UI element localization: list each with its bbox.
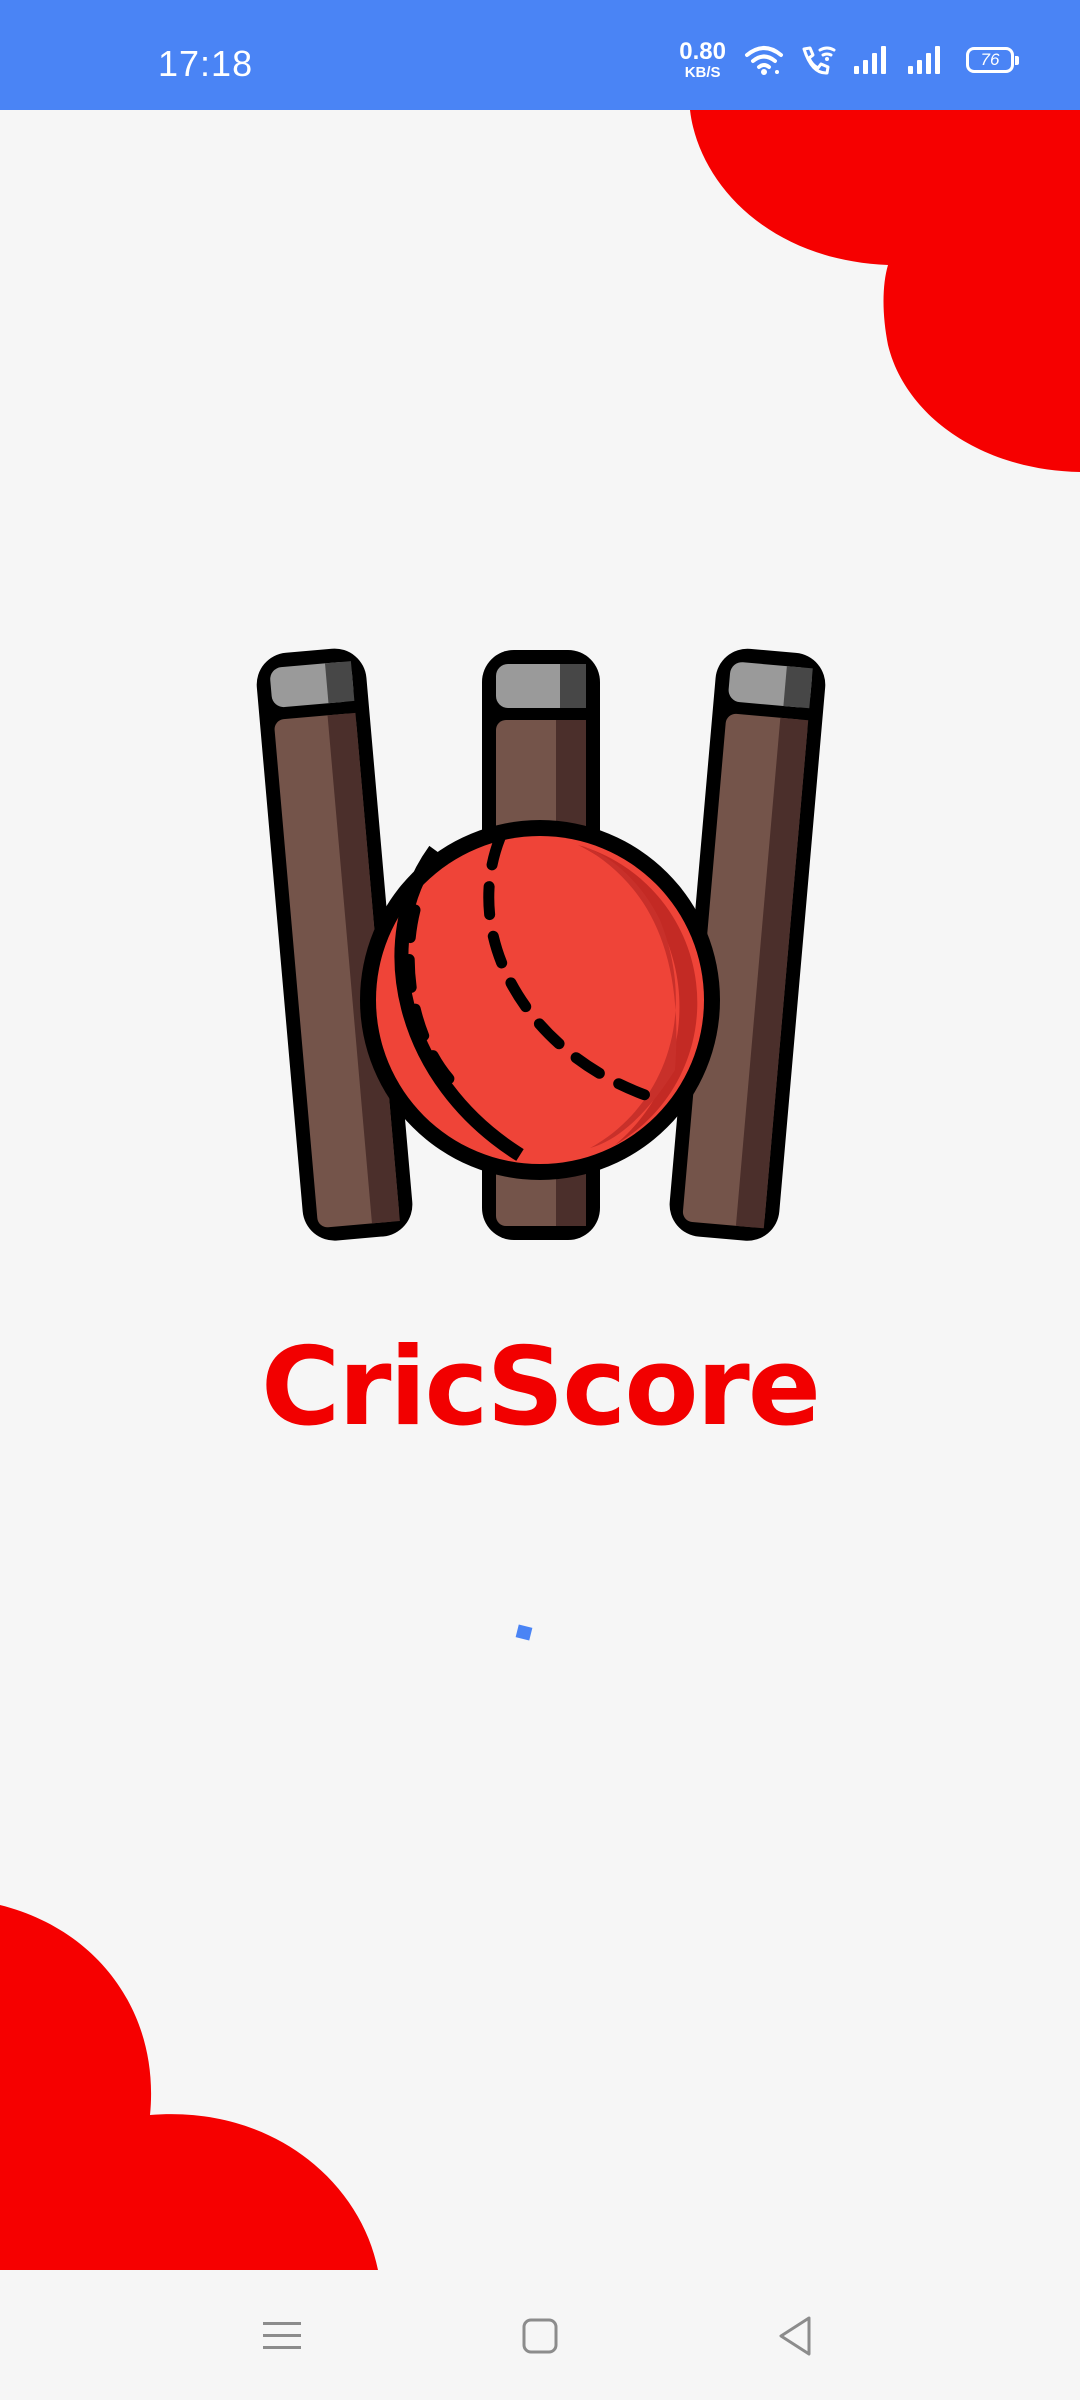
network-speed-unit: KB/S	[684, 64, 721, 81]
navigation-bar	[0, 2270, 1080, 2400]
app-name: CricScore	[260, 1325, 821, 1450]
decorative-cloud-top	[690, 110, 1080, 472]
menu-button[interactable]	[252, 2306, 312, 2366]
network-speed-value: 0.80	[679, 38, 726, 65]
signal-icon	[908, 46, 940, 74]
cricket-stumps-ball-icon	[256, 648, 826, 1241]
status-bar: 17:18 0.80 KB/S 76	[0, 0, 1080, 110]
menu-icon	[263, 2322, 301, 2349]
cricket-ball	[360, 820, 720, 1180]
loading-spinner	[515, 1624, 533, 1641]
splash-screen: 17:18 0.80 KB/S 76 CricScore	[0, 0, 1080, 2400]
wifi-icon	[745, 46, 783, 75]
home-button[interactable]	[510, 2306, 570, 2366]
back-button[interactable]	[765, 2306, 825, 2366]
signal-icon	[854, 46, 886, 74]
decorative-cloud-bottom	[0, 1905, 378, 2270]
status-icons: 0.80 KB/S 76	[679, 38, 1019, 81]
back-icon	[779, 2316, 811, 2356]
wifi-call-icon	[802, 46, 836, 75]
home-icon	[522, 2318, 558, 2354]
battery-icon: 76	[966, 47, 1019, 73]
status-time: 17:18	[158, 43, 254, 84]
network-speed: 0.80 KB/S	[679, 38, 726, 81]
